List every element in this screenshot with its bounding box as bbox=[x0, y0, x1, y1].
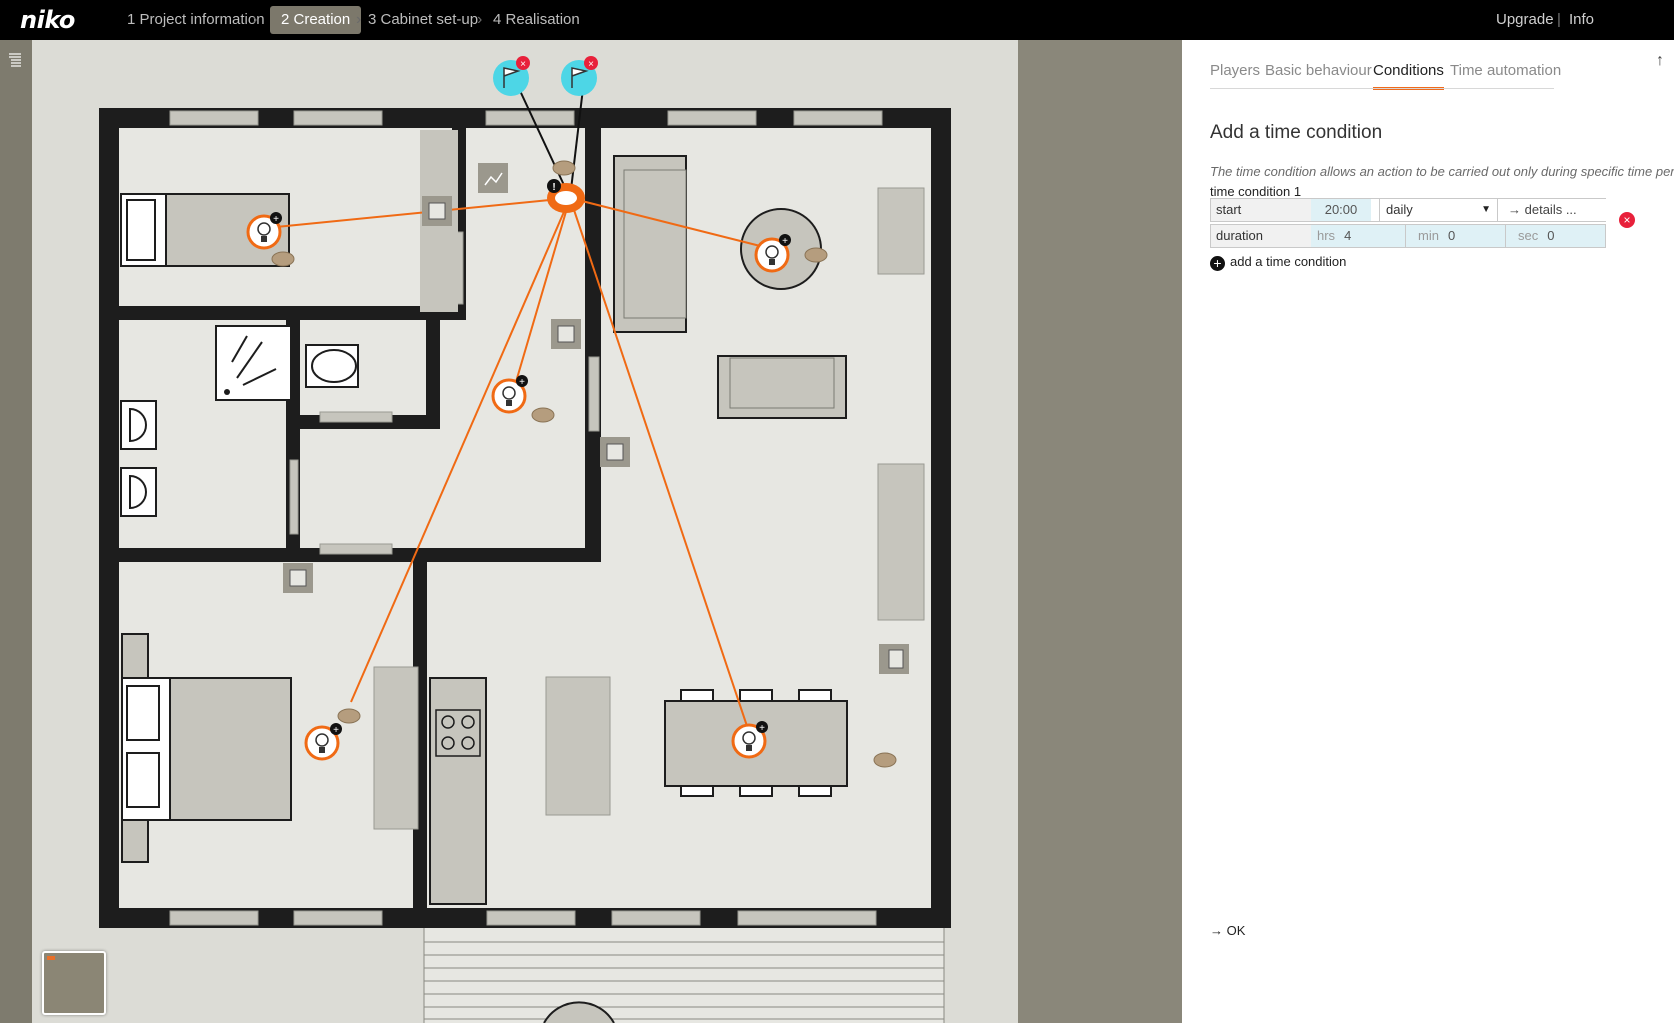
minimap[interactable] bbox=[42, 951, 106, 1015]
svg-text:×: × bbox=[588, 59, 594, 70]
frequency-select[interactable]: daily ▼ bbox=[1379, 199, 1497, 221]
minutes-unit: min bbox=[1418, 228, 1439, 243]
bulb-icon[interactable]: + bbox=[731, 721, 768, 759]
top-navigation-bar: niko 1 Project information › 2 Creation … bbox=[0, 0, 1674, 40]
svg-text:+: + bbox=[759, 723, 765, 734]
remove-condition-icon[interactable]: × bbox=[1619, 212, 1635, 228]
frequency-value: daily bbox=[1386, 202, 1413, 217]
details-label: details ... bbox=[1524, 202, 1577, 217]
add-time-condition-label: add a time condition bbox=[1230, 254, 1347, 269]
panel-description: The time condition allows an action to b… bbox=[1210, 164, 1674, 179]
start-label: start bbox=[1211, 199, 1316, 221]
chevron-right-icon: › bbox=[356, 11, 362, 28]
tab-players[interactable]: Players bbox=[1210, 62, 1260, 87]
ok-button[interactable]: → OK bbox=[1210, 923, 1245, 938]
arrow-up-icon[interactable]: ↑ bbox=[1656, 52, 1664, 70]
flag-icon[interactable]: × bbox=[561, 56, 598, 96]
hours-input[interactable]: hrs 4 bbox=[1311, 225, 1405, 247]
bulb-icon[interactable]: + bbox=[491, 375, 528, 414]
svg-text:+: + bbox=[782, 236, 788, 247]
bulb-icon[interactable]: + bbox=[304, 723, 342, 761]
step-realisation[interactable]: 4 Realisation bbox=[493, 6, 580, 34]
duration-label: duration bbox=[1211, 225, 1316, 247]
panel-title: Add a time condition bbox=[1210, 122, 1383, 143]
upgrade-link[interactable]: Upgrade bbox=[1496, 6, 1554, 34]
arrow-right-icon: → bbox=[1508, 202, 1525, 217]
tab-conditions[interactable]: Conditions bbox=[1373, 62, 1444, 90]
start-time-input[interactable]: 20:00 bbox=[1311, 199, 1371, 221]
tab-divider bbox=[1210, 88, 1554, 89]
seconds-unit: sec bbox=[1518, 228, 1539, 243]
properties-panel: Players Basic behaviour Conditions Time … bbox=[1182, 40, 1674, 1023]
info-link[interactable]: Info bbox=[1569, 6, 1594, 34]
svg-text:+: + bbox=[273, 214, 279, 225]
duration-row: duration hrs 4 min 0 sec 0 bbox=[1210, 224, 1606, 248]
add-time-condition-button[interactable]: + add a time condition bbox=[1210, 254, 1346, 271]
menu-icon[interactable] bbox=[8, 52, 22, 68]
svg-text:+: + bbox=[519, 377, 525, 388]
condition-label: time condition 1 bbox=[1210, 184, 1302, 199]
svg-text:+: + bbox=[333, 725, 339, 736]
add-icon: + bbox=[1210, 256, 1225, 271]
step-creation[interactable]: 2 Creation bbox=[270, 6, 362, 34]
chevron-right-icon: › bbox=[477, 11, 483, 28]
minimap-viewport bbox=[47, 956, 55, 960]
bulb-icon[interactable]: + bbox=[754, 234, 791, 273]
action-node-icon[interactable]: ! bbox=[547, 179, 585, 213]
bulb-overlay: + + + + + ! × × bbox=[246, 56, 791, 761]
nav-separator: | bbox=[1557, 11, 1561, 28]
arrow-right-icon: → bbox=[1210, 923, 1227, 938]
hours-value: 4 bbox=[1344, 228, 1352, 243]
tab-basic-behaviour[interactable]: Basic behaviour bbox=[1265, 62, 1372, 87]
details-button[interactable]: → details ... bbox=[1497, 199, 1607, 221]
chevron-right-icon: › bbox=[252, 11, 258, 28]
svg-text:×: × bbox=[520, 59, 526, 70]
step-project-information[interactable]: 1 Project information bbox=[127, 6, 265, 34]
bulb-icon[interactable]: + bbox=[246, 212, 282, 250]
seconds-value: 0 bbox=[1547, 228, 1555, 243]
niko-logo: niko bbox=[20, 6, 75, 34]
left-toolbar bbox=[0, 40, 32, 1023]
minutes-input[interactable]: min 0 bbox=[1405, 225, 1505, 247]
svg-text:!: ! bbox=[552, 182, 555, 193]
ok-label: OK bbox=[1226, 923, 1246, 938]
hours-unit: hrs bbox=[1317, 228, 1336, 243]
start-row: start 20:00 daily ▼ → details ... bbox=[1210, 198, 1607, 222]
canvas-margin bbox=[1018, 40, 1182, 1023]
step-cabinet-setup[interactable]: 3 Cabinet set-up bbox=[368, 6, 478, 34]
tab-time-automation[interactable]: Time automation bbox=[1450, 62, 1561, 87]
seconds-input[interactable]: sec 0 bbox=[1505, 225, 1605, 247]
minutes-value: 0 bbox=[1447, 228, 1456, 243]
flag-icon[interactable]: × bbox=[493, 56, 530, 96]
dropdown-caret-icon: ▼ bbox=[1481, 204, 1491, 215]
floor-plan-canvas[interactable]: + + + + + ! × × bbox=[32, 40, 1018, 1023]
